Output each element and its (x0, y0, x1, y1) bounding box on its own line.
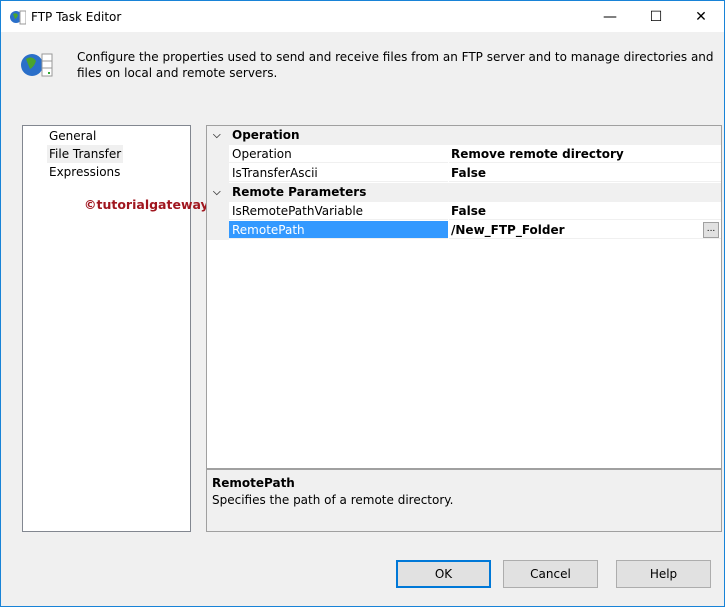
property-value[interactable]: False (449, 164, 721, 182)
ftp-task-editor-window: FTP Task Editor — ☐ ✕ Configure the prop… (0, 0, 725, 607)
property-row-selected[interactable]: RemotePath /New_FTP_Folder... (207, 221, 721, 240)
nav-item-general[interactable]: General (47, 127, 98, 145)
property-value[interactable]: False (449, 202, 721, 220)
chevron-down-icon[interactable]: ⌵ (213, 126, 221, 145)
title-bar: FTP Task Editor — ☐ ✕ (1, 1, 724, 32)
ftp-task-icon (10, 10, 26, 25)
cancel-button[interactable]: Cancel (503, 560, 598, 588)
maximize-button[interactable]: ☐ (633, 1, 679, 32)
chevron-down-icon[interactable]: ⌵ (213, 183, 221, 202)
help-title: RemotePath (212, 476, 295, 490)
nav-panel: General File Transfer Expressions ©tutor… (22, 125, 236, 532)
help-text: Specifies the path of a remote directory… (212, 493, 454, 507)
nav-item-file-transfer[interactable]: File Transfer (47, 145, 124, 163)
header-description: Configure the properties used to send an… (77, 50, 714, 80)
property-row[interactable]: Operation Remove remote directory (207, 145, 721, 164)
ok-button[interactable]: OK (396, 560, 491, 588)
category-operation[interactable]: ⌵ Operation (207, 126, 721, 145)
help-button[interactable]: Help (616, 560, 711, 588)
window-title: FTP Task Editor (31, 10, 122, 24)
property-name[interactable]: Operation (229, 145, 448, 163)
ellipsis-button[interactable]: ... (703, 222, 719, 238)
property-row[interactable]: IsTransferAscii False (207, 164, 721, 183)
nav-item-expressions[interactable]: Expressions (47, 163, 122, 181)
property-row[interactable]: IsRemotePathVariable False (207, 202, 721, 221)
category-remote-parameters[interactable]: ⌵ Remote Parameters (207, 183, 721, 202)
property-name[interactable]: IsTransferAscii (229, 164, 448, 182)
property-name[interactable]: RemotePath (229, 221, 448, 239)
property-grid: ⌵ Operation Operation Remove remote dire… (206, 125, 722, 469)
category-label: Remote Parameters (232, 185, 367, 199)
property-value[interactable]: /New_FTP_Folder... (449, 221, 721, 239)
property-name[interactable]: IsRemotePathVariable (229, 202, 448, 220)
property-value[interactable]: Remove remote directory (449, 145, 721, 163)
remote-path-value[interactable]: /New_FTP_Folder (451, 223, 565, 237)
category-label: Operation (232, 128, 300, 142)
minimize-button[interactable]: — (587, 1, 633, 32)
ftp-globe-icon (21, 53, 53, 77)
close-button[interactable]: ✕ (678, 1, 724, 32)
property-help-pane: RemotePath Specifies the path of a remot… (206, 469, 722, 532)
